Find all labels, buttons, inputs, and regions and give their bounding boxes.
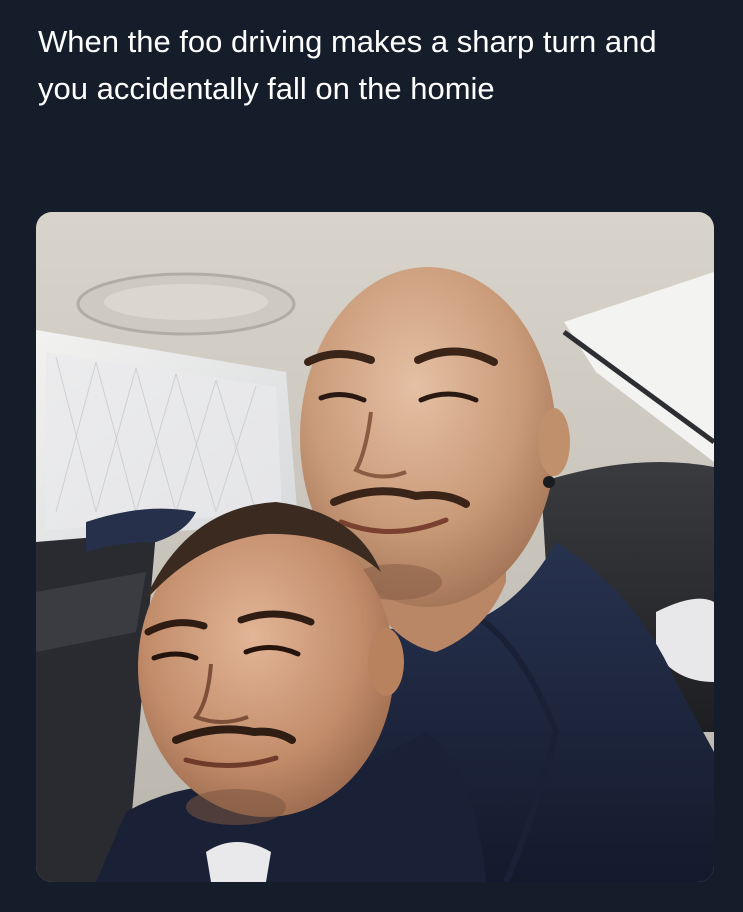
tweet-text: When the foo driving makes a sharp turn … — [38, 24, 657, 106]
selfie-photo-icon — [36, 212, 714, 882]
tweet-card: When the foo driving makes a sharp turn … — [0, 0, 743, 912]
tweet-photo[interactable] — [36, 212, 714, 882]
